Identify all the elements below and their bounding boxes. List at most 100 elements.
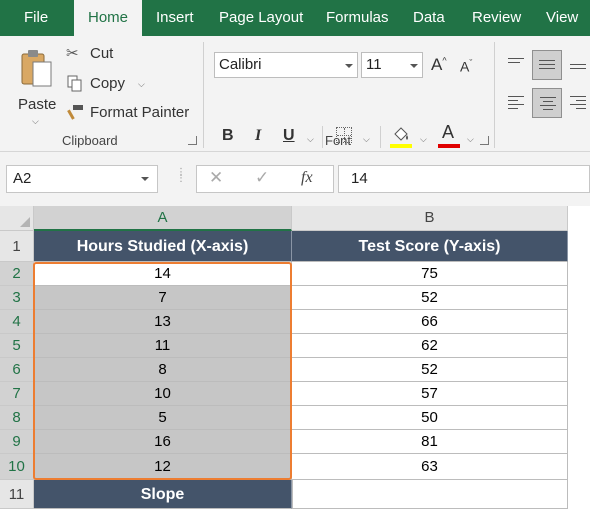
paste-icon: [21, 50, 52, 87]
chevron-down-icon[interactable]: [141, 177, 149, 181]
cell-test-score[interactable]: 52: [292, 358, 568, 382]
cell-hours-studied[interactable]: 16: [34, 430, 292, 454]
underline-dropdown-icon[interactable]: ⌵: [307, 134, 314, 145]
name-box[interactable]: A2: [6, 165, 158, 193]
middle-align-icon: [539, 60, 555, 72]
copy-label: Copy: [90, 75, 126, 92]
font-size-combo[interactable]: 11: [361, 52, 423, 78]
underline-button[interactable]: U: [283, 127, 295, 145]
font-size-value: 11: [366, 56, 382, 73]
row-header[interactable]: 9: [0, 430, 34, 454]
tab-view[interactable]: View: [546, 0, 578, 36]
cell-test-score[interactable]: 62: [292, 334, 568, 358]
format-painter-label: Format Painter: [90, 104, 190, 121]
cut-button[interactable]: ✂ Cut: [66, 44, 126, 66]
bold-button[interactable]: B: [222, 127, 234, 145]
select-all-button[interactable]: [0, 206, 34, 231]
clipboard-dialog-launcher-icon[interactable]: [188, 136, 197, 145]
decrease-font-size-button[interactable]: Aˇ: [460, 58, 472, 75]
cell-test-score[interactable]: 63: [292, 454, 568, 480]
group-separator: [380, 126, 381, 148]
group-separator: [494, 42, 495, 148]
formula-input[interactable]: 14: [338, 165, 590, 193]
borders-dropdown-icon[interactable]: ⌵: [363, 134, 370, 145]
cell-hours-studied[interactable]: 13: [34, 310, 292, 334]
row-header[interactable]: 1: [0, 231, 34, 262]
font-dialog-launcher-icon[interactable]: [480, 136, 489, 145]
format-painter-button[interactable]: Format Painter: [66, 102, 190, 124]
cell-test-score[interactable]: 75: [292, 262, 568, 286]
copy-button[interactable]: Copy ⌵: [66, 73, 152, 95]
cell-hours-studied[interactable]: 7: [34, 286, 292, 310]
paste-label: Paste: [18, 96, 57, 113]
tab-page-layout[interactable]: Page Layout: [219, 0, 303, 36]
scissors-icon: ✂: [66, 45, 79, 62]
cell-test-score[interactable]: 57: [292, 382, 568, 406]
fill-color-swatch: [390, 144, 412, 148]
row-header[interactable]: 3: [0, 286, 34, 310]
tab-review[interactable]: Review: [472, 0, 521, 36]
insert-function-button[interactable]: fx: [301, 169, 313, 187]
slope-label-cell[interactable]: Slope: [34, 480, 292, 509]
row-header[interactable]: 11: [0, 480, 34, 509]
tab-formulas[interactable]: Formulas: [326, 0, 389, 36]
group-separator: [322, 126, 323, 148]
cell-hours-studied[interactable]: 14: [34, 262, 292, 286]
row-header[interactable]: 7: [0, 382, 34, 406]
row-header[interactable]: 8: [0, 406, 34, 430]
cell-hours-studied[interactable]: 5: [34, 406, 292, 430]
cell-hours-studied[interactable]: 11: [34, 334, 292, 358]
cancel-icon[interactable]: ✕: [209, 168, 223, 188]
paste-button[interactable]: Paste ⌵: [12, 44, 60, 127]
slope-value-cell[interactable]: [292, 480, 568, 509]
column-header-a[interactable]: A: [34, 206, 292, 231]
header-cell-test-score[interactable]: Test Score (Y-axis): [292, 231, 568, 262]
font-color-swatch: [438, 144, 460, 148]
header-cell-hours-studied[interactable]: Hours Studied (X-axis): [34, 231, 292, 262]
font-name-combo[interactable]: Calibri: [214, 52, 358, 78]
italic-button[interactable]: I: [255, 127, 261, 145]
font-color-glyph: A: [442, 122, 455, 142]
row-header[interactable]: 10: [0, 454, 34, 480]
format-painter-icon: [67, 105, 83, 120]
ribbon-tab-bar: File Home Insert Page Layout Formulas Da…: [0, 0, 590, 36]
paint-bucket-icon: [394, 127, 408, 141]
bottom-align-button[interactable]: [570, 64, 586, 72]
cell-test-score[interactable]: 66: [292, 310, 568, 334]
chevron-down-icon: [410, 64, 418, 68]
column-header-b[interactable]: B: [292, 206, 568, 231]
row-header[interactable]: 2: [0, 262, 34, 286]
font-color-dropdown-icon[interactable]: ⌵: [467, 134, 474, 145]
copy-dropdown-icon[interactable]: ⌵: [138, 79, 145, 90]
cell-test-score[interactable]: 50: [292, 406, 568, 430]
row-header[interactable]: 5: [0, 334, 34, 358]
center-align-button[interactable]: [532, 88, 562, 118]
font-color-button[interactable]: A: [438, 122, 460, 150]
row-header[interactable]: 6: [0, 358, 34, 382]
tab-file[interactable]: File: [24, 0, 48, 36]
fill-color-dropdown-icon[interactable]: ⌵: [420, 134, 427, 145]
enter-icon[interactable]: ✓: [255, 168, 269, 188]
copy-icon: [67, 75, 82, 92]
middle-align-button[interactable]: [532, 50, 562, 80]
center-align-icon: [540, 97, 556, 113]
increase-font-size-button[interactable]: A^: [431, 55, 447, 75]
top-align-button[interactable]: [508, 58, 524, 66]
cell-hours-studied[interactable]: 10: [34, 382, 292, 406]
tab-insert[interactable]: Insert: [156, 0, 194, 36]
paste-dropdown-icon[interactable]: ⌵: [32, 116, 39, 127]
align-right-button[interactable]: [570, 96, 586, 112]
name-box-value: A2: [13, 170, 32, 187]
cut-label: Cut: [90, 45, 114, 62]
align-left-button[interactable]: [508, 96, 524, 112]
cell-test-score[interactable]: 81: [292, 430, 568, 454]
font-group-label: Font: [325, 133, 352, 148]
cell-hours-studied[interactable]: 8: [34, 358, 292, 382]
row-header[interactable]: 4: [0, 310, 34, 334]
tab-data[interactable]: Data: [413, 0, 445, 36]
formula-buttons: ✕ ✓ fx: [196, 165, 334, 193]
cell-hours-studied[interactable]: 12: [34, 454, 292, 480]
fill-color-button[interactable]: [390, 124, 412, 150]
tab-home[interactable]: Home: [74, 0, 142, 36]
cell-test-score[interactable]: 52: [292, 286, 568, 310]
